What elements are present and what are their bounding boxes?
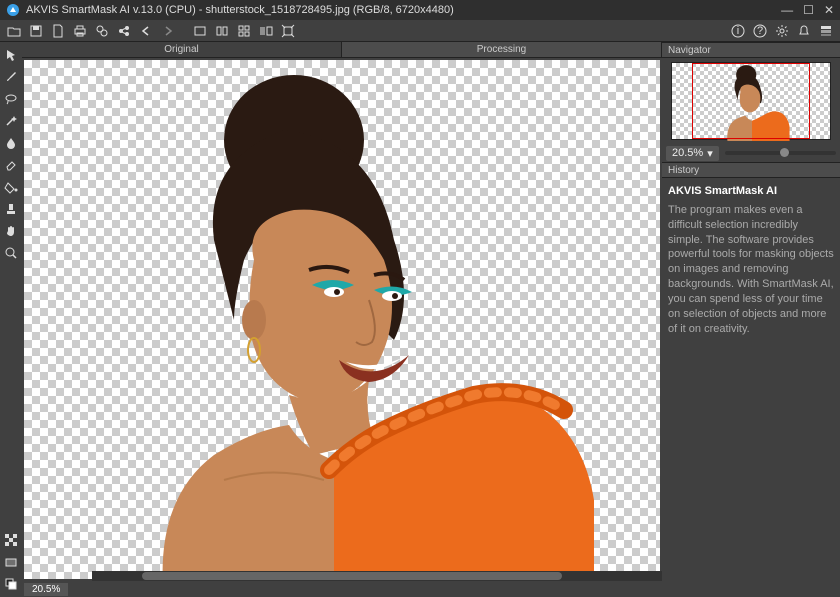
panels-icon[interactable] [816, 22, 836, 40]
eraser-tool-icon[interactable] [2, 156, 20, 174]
view-mode-3-icon[interactable] [234, 22, 254, 40]
navigator-zoom-dropdown[interactable]: 20.5%▾ [666, 146, 719, 161]
drop-tool-icon[interactable] [2, 134, 20, 152]
app-logo-icon [6, 3, 20, 17]
maximize-button[interactable]: ☐ [803, 3, 814, 17]
svg-text:?: ? [757, 25, 763, 37]
compare-icon[interactable] [256, 22, 276, 40]
tool-sidebar [0, 42, 22, 597]
magic-wand-tool-icon[interactable] [2, 112, 20, 130]
batch-icon[interactable] [92, 22, 112, 40]
history-panel: AKVIS SmartMask AI The program makes eve… [662, 178, 840, 342]
navigator-zoom-slider[interactable] [725, 151, 836, 155]
notify-icon[interactable] [794, 22, 814, 40]
status-bar: 20.5% [22, 581, 662, 597]
help-icon[interactable]: ? [750, 22, 770, 40]
transparency-grid-icon[interactable] [2, 531, 20, 549]
undo-icon[interactable] [136, 22, 156, 40]
svg-text:i: i [737, 25, 739, 37]
redo-icon[interactable] [158, 22, 178, 40]
navigator-viewport-frame[interactable] [692, 63, 810, 139]
navigator-header: Navigator [662, 42, 840, 58]
print-icon[interactable] [70, 22, 90, 40]
document-icon[interactable] [48, 22, 68, 40]
navigator-controls: 20.5%▾ [662, 144, 840, 162]
navigator-thumbnail[interactable] [671, 62, 831, 140]
slider-knob[interactable] [780, 148, 789, 157]
history-title: AKVIS SmartMask AI [668, 184, 834, 199]
history-header: History [662, 162, 840, 178]
lasso-tool-icon[interactable] [2, 90, 20, 108]
canvas[interactable] [24, 60, 660, 579]
title-bar: AKVIS SmartMask AI v.13.0 (CPU) - shutte… [0, 0, 840, 20]
view-mode-1-icon[interactable] [190, 22, 210, 40]
history-description: The program makes even a difficult selec… [668, 203, 834, 337]
right-panel: Navigator 20.5%▾ History AKVIS Smart [662, 42, 840, 597]
arrow-tool-icon[interactable] [2, 46, 20, 64]
subject-image [74, 60, 594, 579]
scrollbar-thumb[interactable] [142, 572, 562, 580]
window-title: AKVIS SmartMask AI v.13.0 (CPU) - shutte… [26, 4, 781, 16]
zoom-tool-icon[interactable] [2, 244, 20, 262]
tab-original[interactable]: Original [22, 42, 342, 57]
view-tabs: Original Processing [22, 42, 662, 58]
swatch-icon[interactable] [2, 575, 20, 593]
stamp-tool-icon[interactable] [2, 200, 20, 218]
canvas-container [22, 58, 662, 581]
share-icon[interactable] [114, 22, 134, 40]
fit-icon[interactable] [278, 22, 298, 40]
horizontal-scrollbar[interactable] [92, 571, 662, 581]
main-toolbar: i ? [0, 20, 840, 42]
settings-icon[interactable] [772, 22, 792, 40]
brush-tool-icon[interactable] [2, 68, 20, 86]
navigator-panel [662, 58, 840, 144]
save-icon[interactable] [26, 22, 46, 40]
hand-tool-icon[interactable] [2, 222, 20, 240]
minimize-button[interactable]: — [781, 3, 793, 17]
info-icon[interactable]: i [728, 22, 748, 40]
chevron-down-icon: ▾ [707, 147, 713, 160]
bucket-tool-icon[interactable] [2, 178, 20, 196]
close-button[interactable]: ✕ [824, 3, 834, 17]
tab-processing[interactable]: Processing [342, 42, 662, 57]
view-mode-2-icon[interactable] [212, 22, 232, 40]
background-layer-icon[interactable] [2, 553, 20, 571]
open-icon[interactable] [4, 22, 24, 40]
workspace: Original Processing [22, 42, 662, 597]
zoom-level[interactable]: 20.5% [24, 583, 68, 596]
